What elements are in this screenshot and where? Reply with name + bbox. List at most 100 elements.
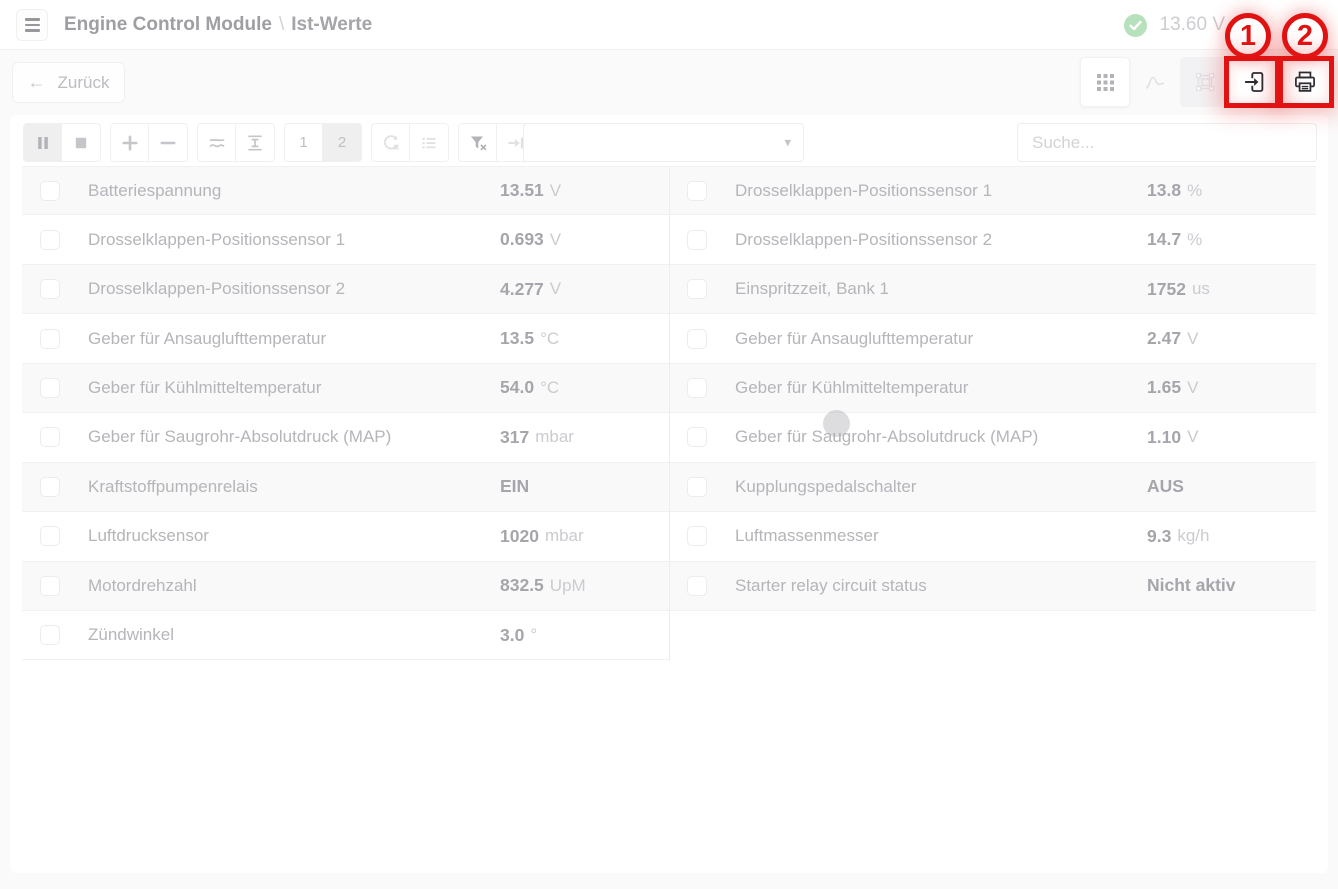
table-row: Luftmassenmesser 9.3kg/h	[669, 512, 1316, 561]
search-input[interactable]	[1017, 123, 1317, 162]
table-row: Kraftstoffpumpenrelais EIN	[22, 463, 669, 512]
row-checkbox[interactable]	[687, 526, 707, 546]
parameter-label: Kupplungspedalschalter	[735, 477, 916, 497]
parameter-label: Starter relay circuit status	[735, 576, 927, 596]
table-row: Geber für Saugrohr-Absolutdruck (MAP) 1.…	[669, 413, 1316, 462]
action-bar: ← Zurück	[0, 51, 1338, 115]
value-number: 13.51	[500, 180, 544, 201]
breadcrumb-separator: \	[279, 14, 284, 36]
row-checkbox[interactable]	[687, 427, 707, 447]
value-unit: UpM	[550, 576, 586, 596]
frame-view-button[interactable]	[1180, 57, 1230, 107]
text-height-icon	[244, 132, 266, 154]
row-checkbox[interactable]	[40, 181, 60, 201]
value-unit: mbar	[545, 526, 584, 546]
connection-status: 13.60 V	[1124, 0, 1226, 50]
row-checkbox[interactable]	[40, 477, 60, 497]
parameter-column-left: Batteriespannung 13.51V Drosselklappen-P…	[22, 166, 669, 660]
reset-values-button[interactable]	[371, 123, 410, 162]
row-checkbox[interactable]	[40, 576, 60, 596]
row-checkbox[interactable]	[687, 576, 707, 596]
parameter-value: 54.0°C	[500, 364, 559, 412]
value-unit: kg/h	[1177, 526, 1209, 546]
pause-icon	[32, 132, 54, 154]
row-checkbox[interactable]	[687, 329, 707, 349]
columns-two-button[interactable]: 2	[323, 123, 362, 162]
stop-icon	[70, 132, 92, 154]
parameter-value: 1752us	[1147, 265, 1210, 313]
value-number: AUS	[1147, 476, 1184, 497]
value-unit: mbar	[535, 427, 574, 447]
row-checkbox[interactable]	[40, 427, 60, 447]
parameter-group-select[interactable]: ▾	[523, 123, 804, 162]
add-parameter-button[interactable]	[110, 123, 149, 162]
value-unit: %	[1187, 230, 1202, 250]
row-checkbox[interactable]	[40, 526, 60, 546]
parameter-value: EIN	[500, 463, 535, 511]
chevron-down-icon: ▾	[784, 134, 791, 150]
parameter-value: 13.8%	[1147, 167, 1202, 214]
wave-icon	[206, 132, 228, 154]
row-checkbox[interactable]	[40, 329, 60, 349]
chart-view-button[interactable]	[1130, 57, 1180, 107]
table-row: Einspritzzeit, Bank 1 1752us	[669, 265, 1316, 314]
hamburger-menu-button[interactable]	[16, 9, 48, 41]
parameter-value: Nicht aktiv	[1147, 562, 1242, 610]
parameter-value: 1020 mbar	[500, 512, 584, 560]
parameter-label: Batteriespannung	[88, 181, 221, 201]
parameter-value: 13.5°C	[500, 314, 559, 362]
table-row: Drosselklappen-Positionssensor 2 14.7%	[669, 215, 1316, 264]
column-divider	[669, 166, 670, 661]
row-checkbox[interactable]	[40, 279, 60, 299]
parameter-label: Drosselklappen-Positionssensor 2	[735, 230, 992, 250]
parameter-label: Drosselklappen-Positionssensor 1	[735, 181, 992, 201]
value-number: 9.3	[1147, 526, 1171, 547]
smoothing-button[interactable]	[197, 123, 236, 162]
row-checkbox[interactable]	[687, 477, 707, 497]
row-checkbox[interactable]	[687, 230, 707, 250]
status-check-icon	[1124, 14, 1147, 37]
parameter-column-right: Drosselklappen-Positionssensor 1 13.8% D…	[669, 166, 1316, 611]
pause-button[interactable]	[23, 123, 62, 162]
value-number: 1020	[500, 526, 539, 547]
row-checkbox[interactable]	[40, 378, 60, 398]
breadcrumb-page: Ist-Werte	[291, 14, 372, 36]
parameter-label: Geber für Kühlmitteltemperatur	[735, 378, 968, 398]
row-checkbox[interactable]	[687, 279, 707, 299]
plus-icon	[119, 132, 141, 154]
table-row: Geber für Ansauglufttemperatur 13.5°C	[22, 314, 669, 363]
parameter-value: 1.10V	[1147, 413, 1198, 461]
annotation-step-2-badge: 2	[1282, 13, 1328, 59]
parameter-label: Kraftstoffpumpenrelais	[88, 477, 258, 497]
cursor-indicator	[823, 410, 850, 437]
parameter-value: AUS	[1147, 463, 1190, 511]
row-checkbox[interactable]	[687, 378, 707, 398]
row-checkbox[interactable]	[40, 230, 60, 250]
breadcrumb-module[interactable]: Engine Control Module	[64, 14, 272, 36]
value-unit: °	[530, 625, 537, 645]
table-row: Geber für Kühlmitteltemperatur 1.65V	[669, 364, 1316, 413]
parameter-value: 13.51V	[500, 167, 561, 214]
breadcrumb: Engine Control Module \ Ist-Werte	[64, 0, 372, 50]
list-icon	[418, 132, 440, 154]
grid-icon	[1094, 71, 1117, 94]
value-unit: %	[1187, 181, 1202, 201]
back-button[interactable]: ← Zurück	[12, 62, 125, 103]
parameter-value: 317 mbar	[500, 413, 574, 461]
value-number: 317	[500, 427, 529, 448]
autoscale-button[interactable]	[236, 123, 275, 162]
value-unit: V	[1187, 427, 1198, 447]
row-checkbox[interactable]	[40, 625, 60, 645]
parameter-label: Drosselklappen-Positionssensor 2	[88, 279, 345, 299]
stop-button[interactable]	[62, 123, 101, 162]
columns-one-button[interactable]: 1	[284, 123, 323, 162]
remove-parameter-button[interactable]	[149, 123, 188, 162]
grid-view-button[interactable]	[1080, 57, 1130, 107]
list-button[interactable]	[410, 123, 449, 162]
row-checkbox[interactable]	[687, 181, 707, 201]
parameter-value: 3.0°	[500, 611, 537, 659]
clear-filter-button[interactable]	[458, 123, 497, 162]
parameter-value: 4.277V	[500, 265, 561, 313]
parameter-label: Einspritzzeit, Bank 1	[735, 279, 889, 299]
parameter-label: Motordrehzahl	[88, 576, 197, 596]
